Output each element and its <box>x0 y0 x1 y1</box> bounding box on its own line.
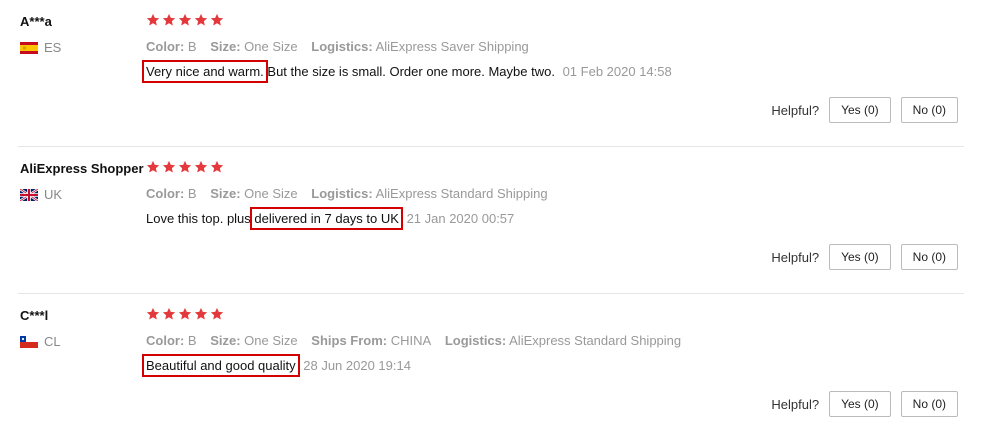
reviewer-country: CL <box>20 334 61 349</box>
logistics-label: Logistics: <box>444 333 507 348</box>
reviewer-country: ES <box>20 40 61 55</box>
star-rating <box>146 160 224 174</box>
spain-flag-icon <box>20 41 38 54</box>
size-value: One Size <box>244 333 298 348</box>
review-text: Love this top. plus delivered in 7 days … <box>146 207 515 230</box>
review-attributes: Color: B Size: One Size Logistics: AliEx… <box>146 186 558 201</box>
color-label: Color: <box>146 333 185 348</box>
helpful-label: Helpful? <box>771 102 820 118</box>
review-date: 01 Feb 2020 14:58 <box>562 64 672 79</box>
country-code: ES <box>44 40 62 55</box>
highlighted-text: delivered in 7 days to UK <box>250 207 403 230</box>
uk-flag-icon <box>20 188 38 201</box>
review-text-rest: But the size is small. Order one more. M… <box>263 64 555 79</box>
star-icon <box>162 13 176 26</box>
color-value: B <box>187 186 197 201</box>
star-icon <box>178 160 192 173</box>
logistics-value: AliExpress Standard Shipping <box>509 333 682 348</box>
size-label: Size: <box>210 39 241 54</box>
country-code: UK <box>44 187 63 202</box>
color-value: B <box>187 39 197 54</box>
star-icon <box>178 13 192 26</box>
reviewer-name: C***l <box>20 308 49 323</box>
ships-from-value: CHINA <box>390 333 432 348</box>
helpful-yes-button[interactable]: Yes (0) <box>829 97 891 123</box>
star-icon <box>162 160 176 173</box>
helpful-no-button[interactable]: No (0) <box>900 244 958 270</box>
reviewer-country: UK <box>20 187 62 202</box>
star-icon <box>194 307 208 320</box>
helpful-yes-button[interactable]: Yes (0) <box>829 244 891 270</box>
reviewer-name: A***a <box>20 14 52 29</box>
color-value: B <box>187 333 197 348</box>
star-icon <box>194 13 208 26</box>
star-icon <box>210 13 224 26</box>
highlighted-text: Beautiful and good quality <box>142 354 300 377</box>
logistics-label: Logistics: <box>311 186 373 201</box>
review-date: 21 Jan 2020 00:57 <box>406 211 515 226</box>
logistics-value: AliExpress Standard Shipping <box>375 186 548 201</box>
review-attributes: Color: B Size: One Size Ships From: CHIN… <box>146 333 691 348</box>
star-icon <box>146 307 160 320</box>
star-icon <box>210 160 224 173</box>
review-attributes: Color: B Size: One Size Logistics: AliEx… <box>146 39 539 54</box>
helpful-label: Helpful? <box>771 396 820 412</box>
size-label: Size: <box>210 333 241 348</box>
logistics-label: Logistics: <box>311 39 373 54</box>
star-icon <box>146 160 160 173</box>
size-label: Size: <box>210 186 241 201</box>
star-icon <box>178 307 192 320</box>
divider <box>18 146 964 147</box>
helpful-controls: Helpful? Yes (0) No (0) <box>771 244 958 270</box>
chile-flag-icon <box>20 335 38 348</box>
star-icon <box>162 307 176 320</box>
star-icon <box>146 13 160 26</box>
star-icon <box>210 307 224 320</box>
country-code: CL <box>44 334 61 349</box>
helpful-no-button[interactable]: No (0) <box>900 97 958 123</box>
review-text: Very nice and warm. But the size is smal… <box>142 60 672 83</box>
star-rating <box>146 13 224 27</box>
helpful-yes-button[interactable]: Yes (0) <box>829 391 891 417</box>
color-label: Color: <box>146 186 185 201</box>
review-text-pre: Love this top. plus <box>146 211 255 226</box>
highlighted-text: Very nice and warm. <box>142 60 268 83</box>
star-rating <box>146 307 224 321</box>
divider <box>18 293 964 294</box>
helpful-no-button[interactable]: No (0) <box>900 391 958 417</box>
review-text: Beautiful and good quality 28 Jun 2020 1… <box>142 354 411 377</box>
size-value: One Size <box>244 186 298 201</box>
helpful-controls: Helpful? Yes (0) No (0) <box>771 391 958 417</box>
logistics-value: AliExpress Saver Shipping <box>375 39 529 54</box>
ships-from-label: Ships From: <box>311 333 388 348</box>
reviewer-name: AliExpress Shopper <box>20 161 144 176</box>
review-date: 28 Jun 2020 19:14 <box>303 358 411 373</box>
star-icon <box>194 160 208 173</box>
color-label: Color: <box>146 39 185 54</box>
size-value: One Size <box>244 39 298 54</box>
helpful-controls: Helpful? Yes (0) No (0) <box>771 97 958 123</box>
helpful-label: Helpful? <box>771 249 820 265</box>
